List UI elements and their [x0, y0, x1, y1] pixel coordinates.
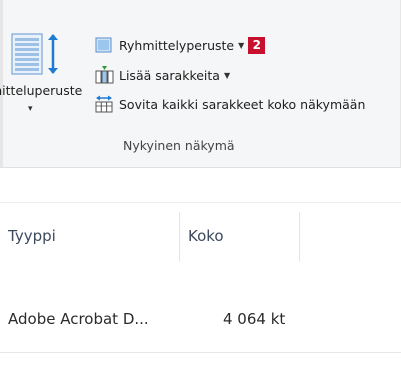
table-row[interactable]: Adobe Acrobat D... 4 064 kt [0, 288, 401, 350]
chevron-down-icon: ▾ [28, 104, 33, 114]
group-by-columns-icon [11, 33, 58, 75]
add-columns-label: Lisää sarakkeita [119, 67, 220, 83]
step-badge: 2 [248, 36, 266, 54]
column-header-row: Tyyppi Koko [0, 203, 401, 268]
size-all-columns-to-fit-button[interactable]: Sovita kaikki sarakkeet koko näkymään [94, 93, 365, 115]
column-resize-handle[interactable] [179, 212, 180, 262]
cell-size: 4 064 kt [223, 310, 286, 328]
group-by-large-label: mitteluperuste [0, 83, 83, 98]
chevron-down-icon: ▼ [238, 40, 245, 50]
group-by-large-button[interactable]: mitteluperuste ▾ [0, 28, 86, 126]
cell-type: Adobe Acrobat D... [8, 310, 149, 328]
column-header-size-label: Koko [188, 226, 224, 245]
add-columns-dropdown-button[interactable]: Lisää sarakkeita ▼ [94, 64, 230, 86]
group-by-icon [95, 37, 112, 53]
column-header-type-label: Tyyppi [8, 226, 56, 245]
column-header-size[interactable]: Koko [188, 203, 224, 268]
chevron-down-icon: ▼ [223, 70, 231, 80]
details-subbar [0, 168, 401, 203]
size-columns-label: Sovita kaikki sarakkeet koko näkymään [119, 96, 366, 112]
size-columns-to-fit-icon [95, 95, 113, 113]
group-by-dropdown-button[interactable]: Ryhmittelyperuste ▼ 2 [94, 34, 266, 56]
ribbon-view-tab: mitteluperuste ▾ Ryhmittelyperuste ▼ 2 L… [0, 0, 401, 168]
column-header-type[interactable]: Tyyppi [8, 203, 56, 268]
ribbon-group-label: Nykyinen näkymä [123, 138, 235, 153]
column-resize-handle[interactable] [299, 212, 300, 262]
row-divider [0, 352, 401, 353]
explorer-window: mitteluperuste ▾ Ryhmittelyperuste ▼ 2 L… [0, 0, 401, 373]
group-by-label: Ryhmittelyperuste [119, 37, 235, 53]
add-columns-icon [95, 66, 114, 84]
